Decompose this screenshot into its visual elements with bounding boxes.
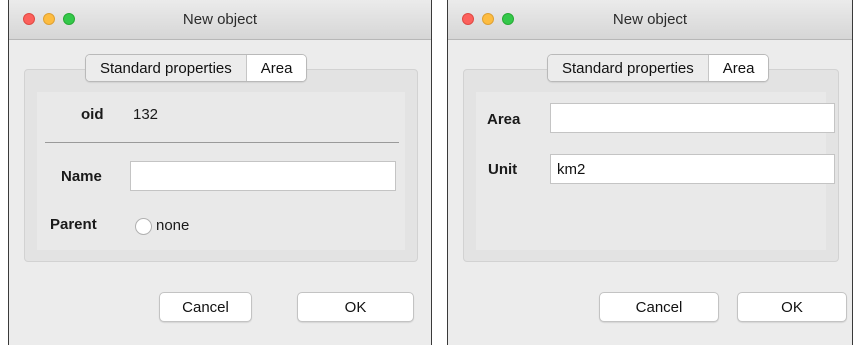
name-field[interactable] — [130, 161, 396, 191]
cancel-button[interactable]: Cancel — [599, 292, 719, 322]
ok-button[interactable]: OK — [297, 292, 414, 322]
tab-area[interactable]: Area — [246, 55, 307, 81]
unit-label: Unit — [488, 161, 518, 178]
window-title: New object — [182, 11, 258, 28]
new-object-window-right: New object Standard properties Area Area… — [447, 0, 853, 345]
tab-area[interactable]: Area — [708, 55, 769, 81]
oid-value: 132 — [133, 106, 159, 123]
title-bar: New object — [9, 0, 431, 40]
tab-standard-properties[interactable]: Standard properties — [548, 55, 709, 81]
cancel-button[interactable]: Cancel — [159, 292, 252, 322]
parent-none-label: none — [156, 217, 190, 234]
tab-standard-properties[interactable]: Standard properties — [86, 55, 247, 81]
new-object-window-left: New object Standard properties Area oid … — [8, 0, 432, 345]
area-panel: Area Unit — [476, 92, 835, 250]
separator — [45, 142, 399, 143]
oid-label: oid — [81, 106, 104, 123]
unit-field[interactable] — [550, 154, 835, 184]
properties-panel: oid 132 Name Parent none — [37, 92, 405, 250]
area-field[interactable] — [550, 103, 835, 133]
ok-button[interactable]: OK — [737, 292, 847, 322]
tab-bar: Standard properties Area — [547, 54, 770, 82]
name-label: Name — [61, 168, 102, 185]
window-title: New object — [612, 11, 688, 28]
area-label: Area — [487, 111, 521, 128]
parent-label: Parent — [50, 216, 97, 233]
parent-none-radio[interactable] — [135, 218, 152, 235]
title-bar: New object — [448, 0, 852, 40]
tab-bar: Standard properties Area — [85, 54, 308, 82]
